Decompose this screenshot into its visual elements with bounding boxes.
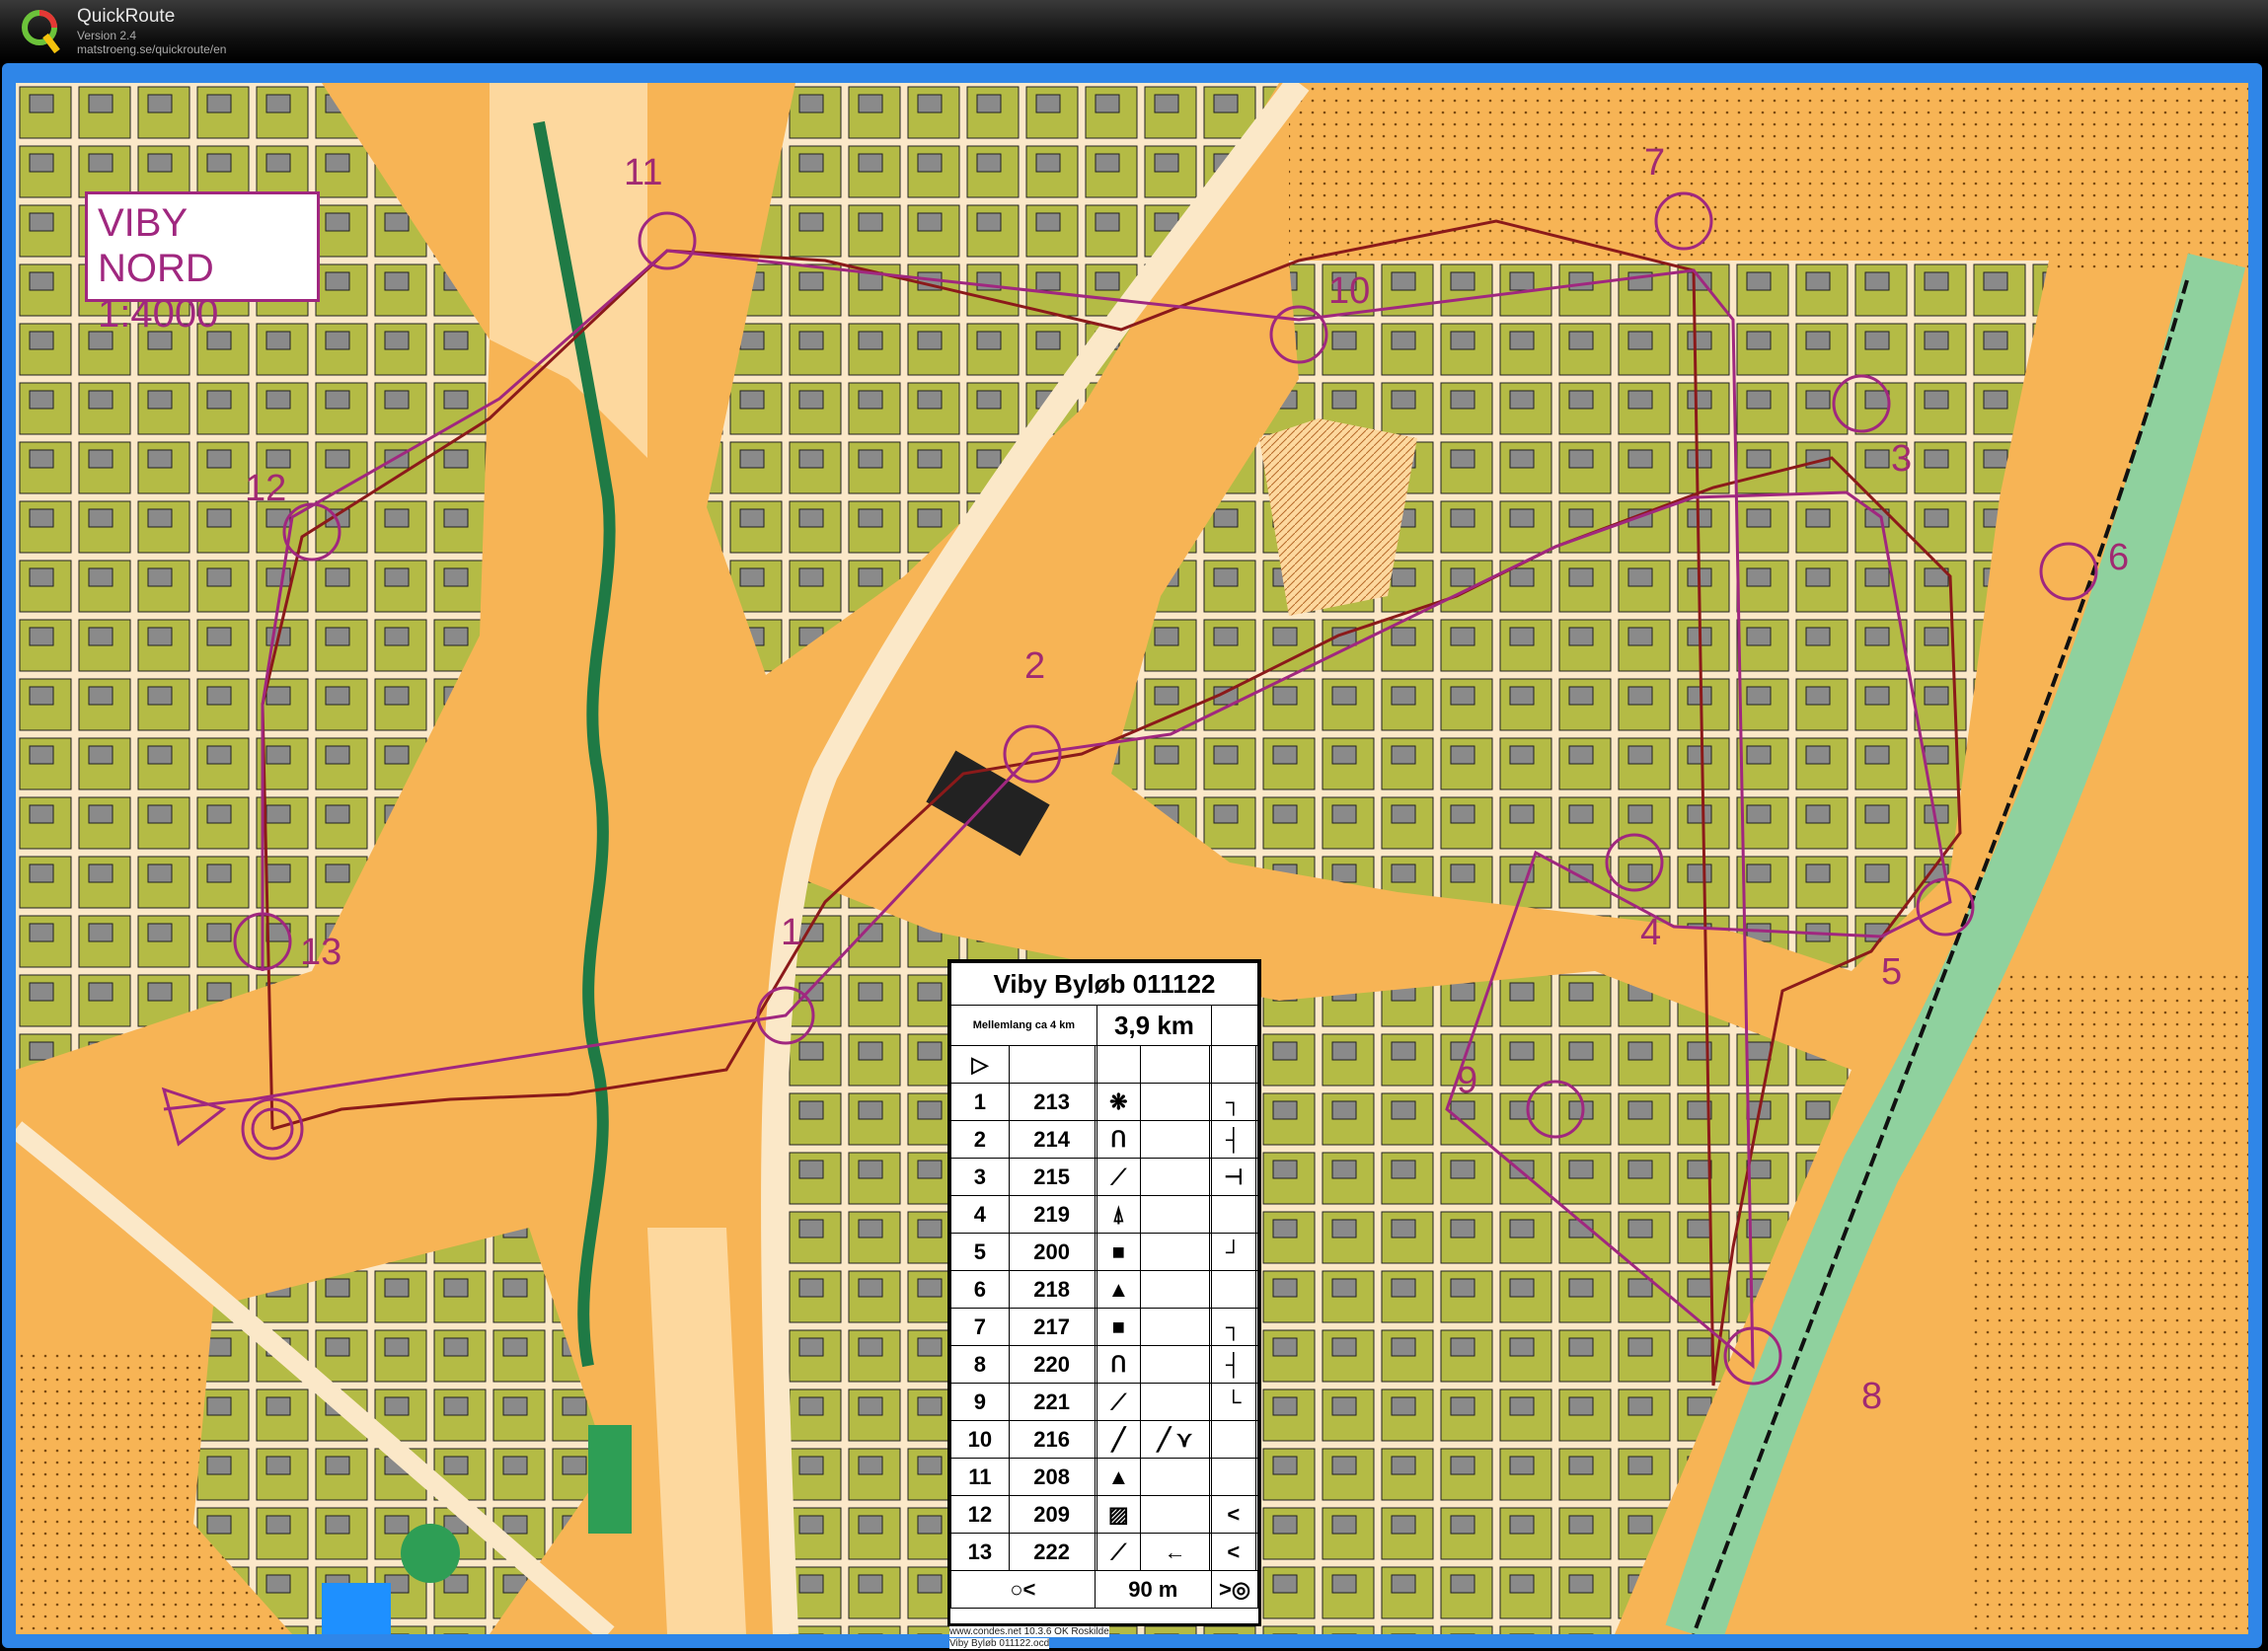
table-row: 1 213 ❋ ┐: [950, 1083, 1259, 1121]
control-number: 5: [1881, 951, 1903, 993]
table-row: 5 200 ■ ┘: [950, 1233, 1259, 1271]
app-title: QuickRoute: [77, 6, 176, 27]
pond: [322, 1583, 391, 1634]
control-number: 4: [1640, 912, 1662, 953]
tree-cluster: [401, 1524, 460, 1583]
course-name: Mellemlang ca 4 km: [950, 1005, 1097, 1046]
control-number: 9: [1457, 1060, 1478, 1101]
map-canvas[interactable]: VIBY NORD 1:4000 1 2 3 4 5 6 7 8 9 10 11…: [16, 83, 2248, 1634]
footer-credit: www.condes.net 10.3.6 OK Roskilde: [949, 1626, 1109, 1637]
control-number: 3: [1891, 438, 1913, 480]
app-version: Version 2.4: [77, 29, 137, 42]
control-number: 12: [245, 468, 287, 509]
table-row: 10 216 ╱ ╱ ⋎: [950, 1420, 1259, 1459]
map-title-box: VIBY NORD 1:4000: [85, 191, 320, 336]
finish-right-symbol: >◎: [1211, 1570, 1258, 1609]
table-row: 12 209 ▨ <: [950, 1495, 1259, 1534]
table-row: 4 219 ⍋: [950, 1195, 1259, 1234]
table-row: 7 217 ■ ┐: [950, 1308, 1259, 1346]
control-number: 1: [781, 912, 802, 953]
control-number: 2: [1024, 645, 1046, 687]
description-table: Viby Byløb 011122 Mellemlang ca 4 km 3,9…: [950, 962, 1259, 1609]
dotted-field-se: [1970, 971, 2248, 1634]
dotted-field-ne: [1289, 83, 2248, 270]
footer-filename: Viby Byløb 011122.ocd: [949, 1638, 1050, 1649]
table-row: 2 214 ᑎ ┤: [950, 1120, 1259, 1159]
table-row: 11 208 ▲: [950, 1458, 1259, 1496]
control-number: 7: [1644, 142, 1666, 184]
control-number: 6: [2108, 537, 2130, 578]
title-bar: QuickRoute Version 2.4 matstroeng.se/qui…: [0, 0, 2268, 61]
control-number: 10: [1328, 270, 1371, 312]
control-number: 8: [1861, 1376, 1883, 1417]
table-row: 8 220 ᑎ ┤: [950, 1345, 1259, 1384]
course-length: 3,9 km: [1096, 1005, 1213, 1046]
quickroute-logo-icon: [22, 10, 60, 54]
table-row: 13 222 ⟋ ← <: [950, 1533, 1259, 1571]
control-description-sheet: Viby Byløb 011122 Mellemlang ca 4 km 3,9…: [947, 959, 1261, 1626]
control-number: 13: [300, 932, 342, 973]
table-row: 3 215 ⟋ ⊣: [950, 1158, 1259, 1196]
control-number: 11: [624, 152, 663, 193]
event-title: Viby Byløb 011122: [950, 962, 1258, 1006]
finish-left-symbol: ○<: [950, 1570, 1096, 1609]
table-row: 6 218 ▲: [950, 1270, 1259, 1309]
sports-field: [588, 1425, 632, 1534]
finish-distance: 90 m: [1094, 1570, 1213, 1609]
start-symbol: ▷: [950, 1045, 1010, 1084]
app-url: matstroeng.se/quickroute/en: [77, 42, 227, 56]
map-scale: 1:4000: [98, 292, 219, 336]
map-name: VIBY NORD: [98, 201, 214, 290]
table-row: 9 221 ⟋ └: [950, 1383, 1259, 1421]
